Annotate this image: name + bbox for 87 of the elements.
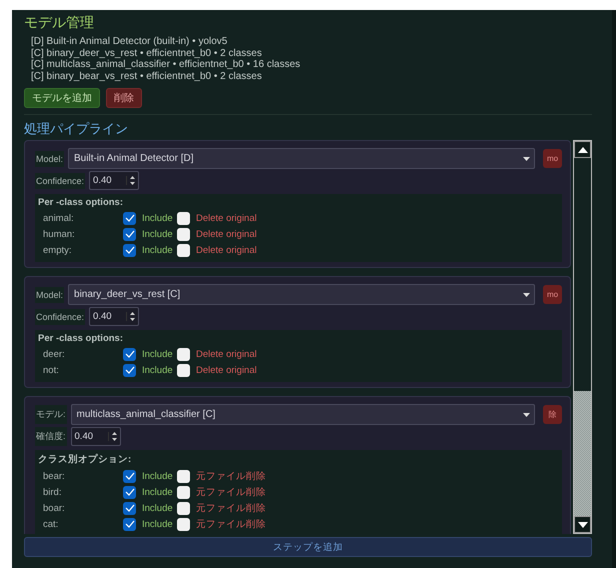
delete-original-label: Delete original — [196, 244, 257, 256]
section-title: モデル管理 — [24, 14, 95, 30]
delete-checkbox[interactable] — [177, 518, 190, 530]
class-name: animal: — [42, 212, 75, 224]
remove-step-button[interactable]: mo — [543, 149, 562, 168]
delete-original-label: Delete original — [196, 212, 257, 224]
delete-original-label: 元ファイル削除 — [196, 486, 266, 498]
class-name: human: — [42, 228, 76, 240]
spin-up-icon[interactable] — [112, 432, 117, 435]
down-arrow-icon — [578, 522, 588, 528]
include-label: Include — [142, 502, 174, 514]
scroll-up-button[interactable] — [574, 141, 591, 158]
model-list-item[interactable]: [D] Built-in Animal Detector (built-in) • yolov5 — [31, 36, 592, 48]
include-checkbox[interactable] — [123, 244, 136, 256]
include-label: Include — [142, 348, 174, 360]
class-name: boar: — [42, 502, 66, 514]
add-step-button[interactable]: ステップを追加 — [24, 537, 592, 557]
caret-icon — [523, 292, 530, 296]
include-label: Include — [142, 228, 174, 240]
model-dropdown[interactable]: binary_deer_vs_rest [C] — [68, 284, 535, 305]
include-label: Include — [142, 470, 174, 482]
delete-checkbox[interactable] — [177, 212, 190, 224]
include-checkbox[interactable] — [123, 348, 136, 360]
confidence-label: Confidence: — [35, 308, 86, 324]
confidence-label: Confidence: — [35, 172, 86, 188]
delete-original-label: Delete original — [196, 228, 257, 240]
delete-checkbox[interactable] — [177, 502, 190, 514]
options-title: Per -class options: — [38, 197, 124, 208]
options-title: Per -class options: — [38, 333, 124, 344]
class-name: bird: — [42, 486, 62, 498]
confidence-spinbox[interactable]: 0.40 — [89, 307, 140, 326]
model-dropdown[interactable]: Built-in Animal Detector [D] — [68, 148, 535, 169]
caret-icon — [523, 156, 530, 160]
options-title: クラス別オプション: — [38, 453, 132, 466]
include-checkbox[interactable] — [123, 228, 136, 240]
include-label: Include — [142, 518, 174, 530]
up-arrow-icon — [578, 146, 588, 152]
class-name: deer: — [42, 348, 66, 360]
confidence-label: 確信度: — [35, 427, 67, 446]
delete-original-label: Delete original — [196, 364, 257, 376]
delete-checkbox[interactable] — [177, 348, 190, 360]
delete-original-label: Delete original — [196, 348, 257, 360]
delete-checkbox[interactable] — [177, 364, 190, 376]
class-name: cat: — [42, 518, 60, 530]
model-dropdown[interactable]: multiclass_animal_classifier [C] — [70, 404, 535, 425]
include-checkbox[interactable] — [123, 486, 136, 498]
spin-down-icon[interactable] — [112, 438, 117, 441]
include-checkbox[interactable] — [123, 502, 136, 514]
add-model-button[interactable]: モデルを追加 — [24, 88, 100, 108]
delete-button[interactable]: 削除 — [106, 88, 142, 108]
class-name: not: — [42, 364, 60, 376]
include-checkbox[interactable] — [123, 470, 136, 482]
spin-down-icon[interactable] — [130, 318, 136, 321]
model-label: Model: — [35, 286, 64, 302]
class-name: empty: — [42, 244, 73, 256]
caret-icon — [523, 412, 530, 416]
model-label: Model: — [35, 150, 64, 166]
include-checkbox[interactable] — [123, 518, 136, 530]
confidence-spinbox[interactable]: 0.40 — [89, 171, 140, 190]
spin-up-icon[interactable] — [130, 176, 136, 179]
delete-checkbox[interactable] — [177, 244, 190, 256]
section-title: 処理パイプライン — [24, 121, 129, 137]
scrollbar[interactable] — [573, 140, 592, 534]
spin-down-icon[interactable] — [130, 182, 136, 185]
remove-step-button[interactable]: mo — [543, 285, 562, 304]
include-label: Include — [142, 212, 174, 224]
include-label: Include — [142, 364, 174, 376]
delete-original-label: 元ファイル削除 — [196, 518, 266, 530]
confidence-spinbox[interactable]: 0.40 — [70, 427, 121, 446]
delete-checkbox[interactable] — [177, 486, 190, 498]
include-checkbox[interactable] — [123, 364, 136, 376]
scroll-down-button[interactable] — [574, 516, 591, 533]
delete-original-label: 元ファイル削除 — [196, 470, 266, 482]
model-label: モデル: — [35, 405, 67, 424]
model-list-item[interactable]: [C] binary_bear_vs_rest • efficientnet_b0 • 2 classes — [31, 70, 592, 82]
delete-checkbox[interactable] — [177, 470, 190, 482]
model-list-item[interactable]: [C] binary_deer_vs_rest • efficientnet_b0 • 2 classes — [31, 48, 592, 59]
remove-step-button[interactable]: 除 — [543, 405, 562, 424]
delete-original-label: 元ファイル削除 — [196, 502, 266, 514]
model-list-item[interactable]: [C] multiclass_animal_classifier • efficientnet_b0 • 16 classes — [31, 59, 592, 70]
include-checkbox[interactable] — [123, 212, 136, 224]
spin-up-icon[interactable] — [130, 312, 136, 315]
include-label: Include — [142, 244, 174, 256]
class-name: bear: — [42, 470, 66, 482]
scrollbar-thumb[interactable] — [574, 391, 591, 516]
delete-checkbox[interactable] — [177, 228, 190, 240]
include-label: Include — [142, 486, 174, 498]
